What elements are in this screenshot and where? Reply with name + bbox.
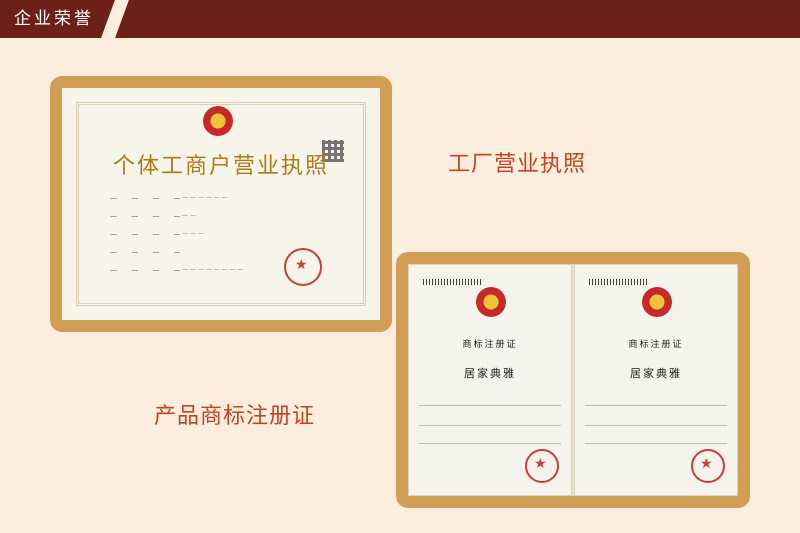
certificate-title: 商标注册证 <box>628 340 684 350</box>
trademark-certificate: 商标注册证 居家典雅 ★ <box>574 264 738 496</box>
trademark-certificate: 商标注册证 居家典雅 ★ <box>408 264 572 496</box>
license-value: — — — — — — — — <box>182 266 244 273</box>
national-emblem-icon <box>642 287 672 317</box>
license-title: 个体工商户营业执照 <box>112 154 329 179</box>
trademark-name: 居家典雅 <box>630 367 682 380</box>
license-row: — — — — <box>110 230 187 238</box>
barcode-icon <box>589 279 649 285</box>
certificate-title: 商标注册证 <box>462 340 518 350</box>
trademark-caption: 产品商标注册证 <box>154 404 316 429</box>
star-icon: ★ <box>295 257 308 273</box>
trademark-image: 商标注册证 居家典雅 ★ 商标注册证 居家典雅 ★ <box>408 264 738 496</box>
license-row: — — — — <box>110 248 187 256</box>
license-row: — — — — <box>110 194 187 202</box>
barcode-icon <box>423 279 483 285</box>
license-row: — — — — <box>110 266 187 274</box>
license-value: — — — — — — <box>182 194 228 201</box>
license-value: — — — <box>182 230 204 237</box>
trademark-frame: 商标注册证 居家典雅 ★ 商标注册证 居家典雅 ★ <box>396 252 750 508</box>
business-license-image: 个体工商户营业执照 — — — — — — — — — — — — — — — … <box>62 88 380 320</box>
star-icon: ★ <box>534 456 547 472</box>
national-emblem-icon <box>203 106 233 136</box>
business-license-frame: 个体工商户营业执照 — — — — — — — — — — — — — — — … <box>50 76 392 332</box>
national-emblem-icon <box>476 287 506 317</box>
trademark-name: 居家典雅 <box>464 367 516 380</box>
license-row: — — — — <box>110 212 187 220</box>
star-icon: ★ <box>700 456 713 472</box>
license-value: — — <box>182 212 196 219</box>
business-license-caption: 工厂营业执照 <box>448 152 587 177</box>
